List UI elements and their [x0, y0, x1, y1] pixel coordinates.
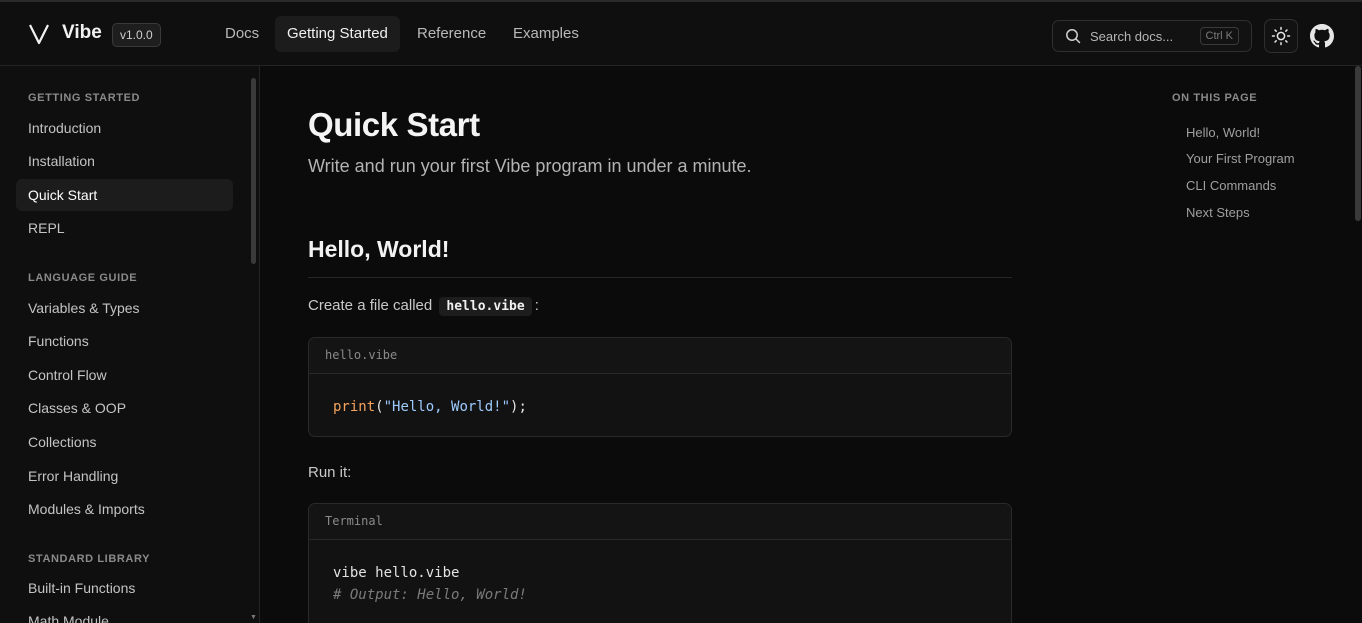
code-string-token: "Hello, World!": [383, 399, 511, 415]
sidebar-item-math-module[interactable]: Math Module: [16, 605, 233, 623]
sidebar: GETTING STARTED Introduction Installatio…: [0, 66, 260, 623]
search-shortcut: Ctrl K: [1199, 27, 1239, 45]
toc-item-next-steps[interactable]: Next Steps: [1186, 205, 1250, 220]
sidebar-item-classes-oop[interactable]: Classes & OOP: [16, 392, 233, 424]
sidebar-item-installation[interactable]: Installation: [16, 145, 233, 177]
sidebar-section-title: STANDARD LIBRARY: [28, 553, 151, 565]
code-block-hello: hello.vibe print("Hello, World!");: [308, 337, 1012, 437]
code-function-token: print: [333, 399, 376, 415]
top-navbar: Vibe v1.0.0 Docs Getting Started Referen…: [0, 0, 1362, 66]
terminal-content[interactable]: vibe hello.vibe # Output: Hello, World!: [309, 540, 1011, 623]
sidebar-item-functions[interactable]: Functions: [16, 325, 233, 357]
toc-item-hello-world[interactable]: Hello, World!: [1186, 125, 1260, 140]
version-badge: v1.0.0: [112, 23, 161, 47]
toc-item-first-program[interactable]: Your First Program: [1186, 151, 1295, 166]
sidebar-item-variables-types[interactable]: Variables & Types: [16, 292, 233, 324]
code-paren-close: );: [510, 399, 527, 415]
page-subtitle: Write and run your first Vibe program in…: [308, 156, 752, 176]
search-placeholder: Search docs...: [1090, 29, 1174, 44]
sidebar-scrollbar[interactable]: [251, 78, 256, 264]
sidebar-item-built-in-functions[interactable]: Built-in Functions: [16, 572, 233, 604]
nav-examples[interactable]: Examples: [501, 16, 591, 52]
code-block-filename: Terminal: [309, 504, 1011, 540]
sidebar-item-modules-imports[interactable]: Modules & Imports: [16, 493, 233, 525]
nav-reference[interactable]: Reference: [405, 16, 498, 52]
search-icon: [1066, 29, 1081, 44]
search-input[interactable]: Search docs... Ctrl K: [1052, 20, 1252, 52]
sidebar-item-control-flow[interactable]: Control Flow: [16, 359, 233, 391]
terminal-comment: # Output: Hello, World!: [333, 587, 527, 603]
nav-getting-started[interactable]: Getting Started: [275, 16, 400, 52]
sidebar-item-introduction[interactable]: Introduction: [16, 112, 233, 144]
intro-text: Create a file called: [308, 297, 433, 314]
inline-code-filename: hello.vibe: [439, 297, 532, 316]
sidebar-section-title: GETTING STARTED: [28, 92, 141, 104]
intro-paragraph: Create a file called hello.vibe:: [308, 297, 539, 316]
intro-text-end: :: [534, 297, 539, 314]
code-content[interactable]: print("Hello, World!");: [309, 374, 1011, 436]
main-content: Quick Start Write and run your first Vib…: [261, 66, 1362, 623]
run-label: Run it:: [308, 464, 352, 481]
sidebar-item-collections[interactable]: Collections: [16, 426, 233, 458]
toc-item-cli-commands[interactable]: CLI Commands: [1186, 178, 1276, 193]
github-icon[interactable]: [1310, 24, 1334, 48]
page-scrollbar[interactable]: [1355, 66, 1361, 221]
code-block-filename: hello.vibe: [309, 338, 1011, 374]
scroll-down-arrow-icon[interactable]: ▼: [250, 614, 257, 621]
section-heading: Hello, World!: [308, 236, 450, 262]
nav-docs[interactable]: Docs: [213, 16, 271, 52]
toc-title: ON THIS PAGE: [1172, 92, 1258, 104]
code-block-terminal: Terminal vibe hello.vibe # Output: Hello…: [308, 503, 1012, 623]
sidebar-item-error-handling[interactable]: Error Handling: [16, 460, 233, 492]
sidebar-item-quick-start[interactable]: Quick Start: [16, 179, 233, 211]
sun-icon: [1271, 26, 1291, 46]
section-divider: [308, 277, 1012, 278]
sidebar-section-title: LANGUAGE GUIDE: [28, 272, 138, 284]
page-title: Quick Start: [308, 106, 480, 143]
code-paren-open: (: [375, 399, 384, 415]
sidebar-item-repl[interactable]: REPL: [16, 212, 233, 244]
theme-toggle-button[interactable]: [1264, 19, 1298, 53]
terminal-command: vibe hello.vibe: [333, 565, 460, 581]
brand-name[interactable]: Vibe: [62, 22, 102, 44]
vibe-logo-icon[interactable]: [28, 22, 50, 46]
